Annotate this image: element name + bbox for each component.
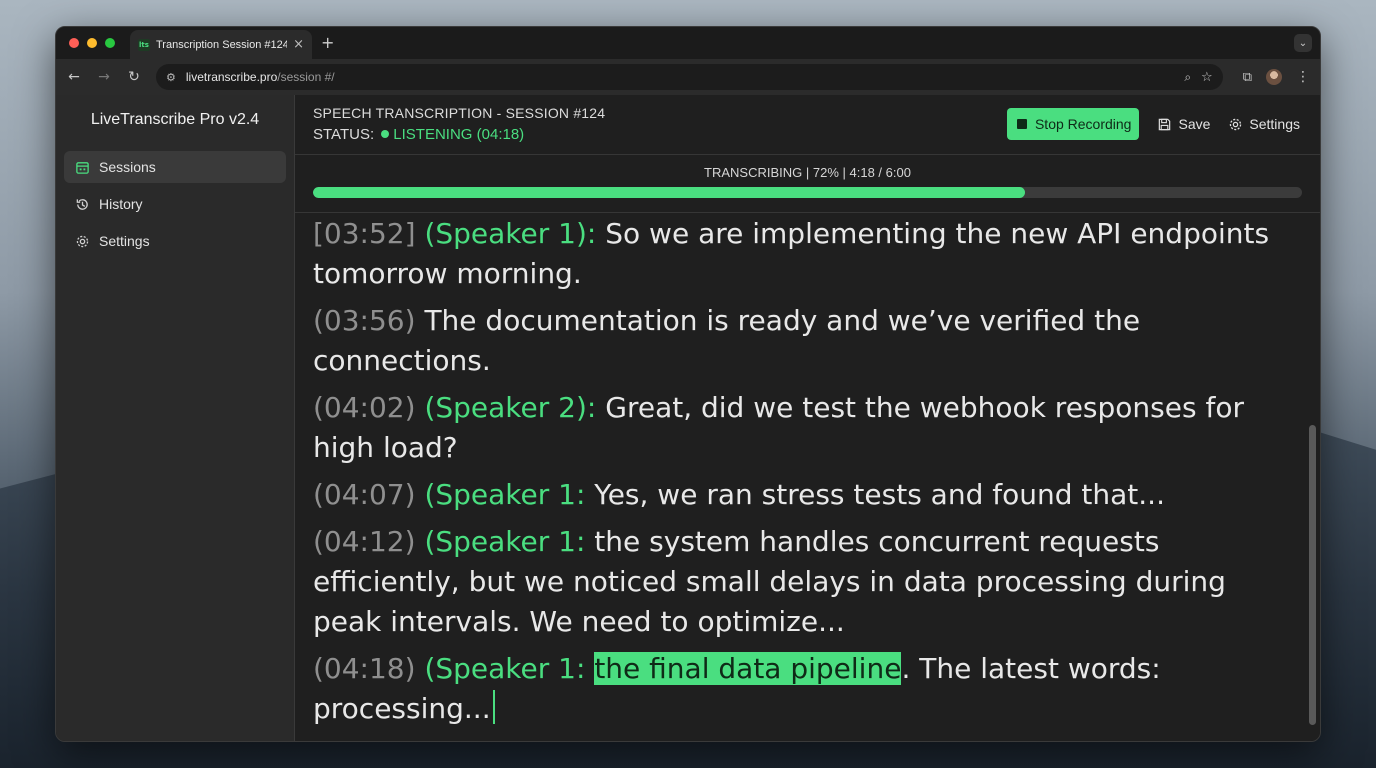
speaker-label: (Speaker 1: xyxy=(415,478,586,511)
transcript-timestamp: (04:12) xyxy=(313,525,416,558)
tab-title: Transcription Session #124 - xyxy=(156,38,288,51)
zoom-icon[interactable]: ⌕ xyxy=(1184,70,1191,85)
transcript-timestamp: (03:56) xyxy=(313,304,416,337)
status-label: STATUS: xyxy=(313,126,375,143)
sidebar-item-label: Settings xyxy=(99,233,150,249)
forward-icon[interactable]: → xyxy=(96,69,112,85)
back-icon[interactable]: ← xyxy=(66,69,82,85)
save-label: Save xyxy=(1178,116,1211,132)
sidebar: LiveTranscribe Pro v2.4 Sessions History… xyxy=(56,95,295,741)
status-value: LISTENING (04:18) xyxy=(393,126,525,143)
speaker-label: (Speaker 2): xyxy=(415,391,597,424)
transcription-progress: TRANSCRIBING | 72% | 4:18 / 6:00 xyxy=(295,155,1320,213)
close-tab-icon[interactable]: × xyxy=(293,37,304,52)
close-window-button[interactable] xyxy=(69,38,79,48)
maximize-window-button[interactable] xyxy=(105,38,115,48)
calendar-icon xyxy=(74,159,90,175)
app-brand: LiveTranscribe Pro v2.4 xyxy=(90,111,260,128)
app-root: LiveTranscribe Pro v2.4 Sessions History… xyxy=(56,95,1320,741)
highlighted-phrase: the final data pipeline xyxy=(594,652,902,685)
gear-icon xyxy=(74,233,90,249)
page-title: SPEECH TRANSCRIPTION - SESSION #124 xyxy=(313,105,606,121)
bookmark-star-icon[interactable]: ☆ xyxy=(1201,70,1213,85)
address-bar[interactable]: ⚙ livetranscribe.pro/session #/ ⌕ ☆ xyxy=(156,64,1223,90)
text-caret xyxy=(492,690,495,724)
speaker-label: (Speaker 1: xyxy=(415,525,586,558)
tab-search-icon[interactable]: ⌄ xyxy=(1294,34,1312,52)
transcript-text: The documentation is ready and we’ve ver… xyxy=(313,304,1141,377)
browser-tab[interactable]: lts Transcription Session #124 - × xyxy=(130,30,312,59)
transcript-timestamp: [03:52] xyxy=(313,217,416,250)
sidebar-item-label: History xyxy=(99,196,143,212)
history-icon xyxy=(74,196,90,212)
stop-icon xyxy=(1016,119,1027,129)
live-dot-icon xyxy=(381,130,390,138)
status-line: STATUS: LISTENING (04:18) xyxy=(313,126,524,143)
speaker-label: (Speaker 1: xyxy=(415,652,595,685)
save-button[interactable]: Save xyxy=(1157,116,1210,132)
transcript-area: [03:52] (Speaker 1): So we are implement… xyxy=(313,214,1290,741)
settings-label: Settings xyxy=(1249,116,1300,132)
transcript-timestamp: (04:18) xyxy=(313,652,416,685)
sidebar-item-history[interactable]: History xyxy=(64,188,286,220)
reload-icon[interactable]: ↻ xyxy=(126,69,142,85)
settings-button[interactable]: Settings xyxy=(1228,116,1300,132)
favicon-icon: lts xyxy=(138,38,150,51)
speaker-label: (Speaker 1): xyxy=(415,217,606,250)
save-icon xyxy=(1159,118,1171,130)
transcript-line: [03:52] (Speaker 1): So we are implement… xyxy=(313,214,1290,294)
browser-window: lts Transcription Session #124 - × + ⌄ ←… xyxy=(55,26,1321,742)
minimize-window-button[interactable] xyxy=(87,38,97,48)
stop-recording-label: Stop Recording xyxy=(1034,116,1132,132)
transcript-timestamp: (04:02) xyxy=(313,391,416,424)
transcript-line: (04:18) (Speaker 1: the final data pipel… xyxy=(313,649,1290,729)
progress-track xyxy=(313,187,1302,198)
transcript-line: (04:07) (Speaker 1: Yes, we ran stress t… xyxy=(313,475,1290,515)
url-text: livetranscribe.pro/session #/ xyxy=(185,70,335,84)
transcript-scrollbar[interactable] xyxy=(1309,425,1316,725)
session-header: SPEECH TRANSCRIPTION - SESSION #124 STAT… xyxy=(295,95,1320,155)
transcript-timestamp: (04:07) xyxy=(313,478,416,511)
window-controls xyxy=(69,38,115,48)
header-actions: Stop Recording Save Settings xyxy=(1006,108,1300,140)
gear-icon xyxy=(1230,118,1242,130)
progress-label: TRANSCRIBING | 72% | 4:18 / 6:00 xyxy=(704,165,911,180)
transcript-line: (03:56) The documentation is ready and w… xyxy=(313,301,1290,381)
main-panel: SPEECH TRANSCRIPTION - SESSION #124 STAT… xyxy=(295,95,1320,741)
transcript-text: Yes, we ran stress tests and found that.… xyxy=(585,478,1165,511)
extensions-icon[interactable]: ⧉ xyxy=(1243,70,1252,85)
sidebar-item-settings[interactable]: Settings xyxy=(64,225,286,257)
sidebar-item-sessions[interactable]: Sessions xyxy=(64,151,286,183)
progress-fill xyxy=(313,187,1026,198)
browser-menu-icon[interactable]: ⋮ xyxy=(1296,69,1310,85)
transcript-line: (04:12) (Speaker 1: the system handles c… xyxy=(313,522,1290,642)
site-info-icon[interactable]: ⚙ xyxy=(166,71,176,84)
profile-avatar[interactable] xyxy=(1266,69,1282,85)
sidebar-item-label: Sessions xyxy=(99,159,156,175)
transcript-line: (04:02) (Speaker 2): Great, did we test … xyxy=(313,388,1290,468)
tab-strip: lts Transcription Session #124 - × + ⌄ xyxy=(56,27,1320,59)
browser-toolbar: ← → ↻ ⚙ livetranscribe.pro/session #/ ⌕ … xyxy=(56,59,1320,95)
stop-recording-button[interactable]: Stop Recording xyxy=(1006,108,1140,140)
new-tab-icon[interactable]: + xyxy=(321,33,334,52)
